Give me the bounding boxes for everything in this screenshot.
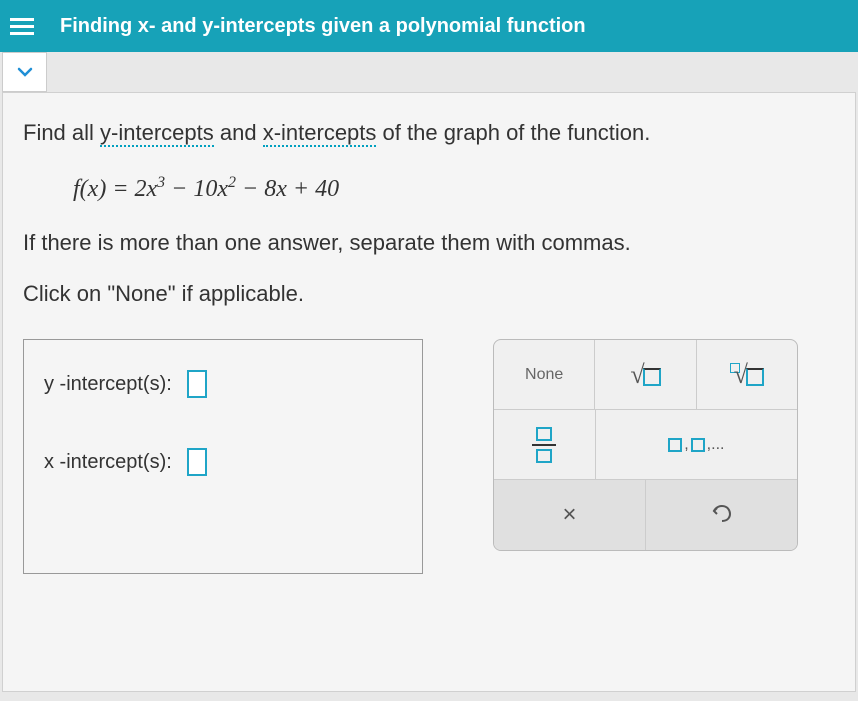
formula: f(x) = 2x3 − 10x2 − 8x + 40	[73, 174, 835, 203]
header: Finding x- and y-intercepts given a poly…	[0, 0, 858, 52]
content-area: Find all y-intercepts and x-intercepts o…	[2, 92, 856, 692]
page-title: Finding x- and y-intercepts given a poly…	[60, 15, 586, 38]
close-icon: ×	[562, 501, 576, 529]
question-text: Find all y-intercepts and x-intercepts o…	[23, 118, 835, 149]
answer-area: y -intercept(s): x -intercept(s): None √	[23, 339, 835, 574]
x-intercept-input[interactable]	[187, 448, 207, 476]
y-intercept-row: y -intercept(s):	[44, 370, 402, 398]
sqrt-icon: √	[630, 360, 660, 390]
tool-row-3: ×	[494, 480, 797, 550]
clear-button[interactable]: ×	[494, 480, 646, 550]
undo-icon	[710, 501, 734, 530]
chevron-down-icon	[15, 62, 35, 82]
fraction-button[interactable]	[494, 410, 596, 479]
fraction-icon	[532, 427, 556, 463]
question-part2: and	[214, 120, 263, 145]
comma-list-button[interactable]: ,,...	[596, 410, 797, 479]
y-intercept-input[interactable]	[187, 370, 207, 398]
none-button[interactable]: None	[494, 340, 595, 409]
comma-list-icon: ,,...	[668, 436, 724, 454]
sqrt-button[interactable]: √	[595, 340, 696, 409]
tool-row-1: None √ √	[494, 340, 797, 410]
menu-icon[interactable]	[10, 11, 40, 41]
undo-button[interactable]	[646, 480, 797, 550]
x-intercepts-link[interactable]: x-intercepts	[263, 120, 377, 147]
nth-root-button[interactable]: √	[697, 340, 797, 409]
instruction-commas: If there is more than one answer, separa…	[23, 228, 835, 259]
expand-toggle[interactable]	[2, 52, 47, 92]
y-intercept-label: y -intercept(s):	[44, 373, 172, 396]
instruction-none: Click on "None" if applicable.	[23, 279, 835, 310]
tool-row-2: ,,...	[494, 410, 797, 480]
question-part1: Find all	[23, 120, 100, 145]
math-toolbox: None √ √	[493, 339, 798, 551]
answer-box: y -intercept(s): x -intercept(s):	[23, 339, 423, 574]
x-intercept-row: x -intercept(s):	[44, 448, 402, 476]
x-intercept-label: x -intercept(s):	[44, 451, 172, 474]
y-intercepts-link[interactable]: y-intercepts	[100, 120, 214, 147]
nth-root-icon: √	[730, 360, 764, 390]
question-part3: of the graph of the function.	[376, 120, 650, 145]
